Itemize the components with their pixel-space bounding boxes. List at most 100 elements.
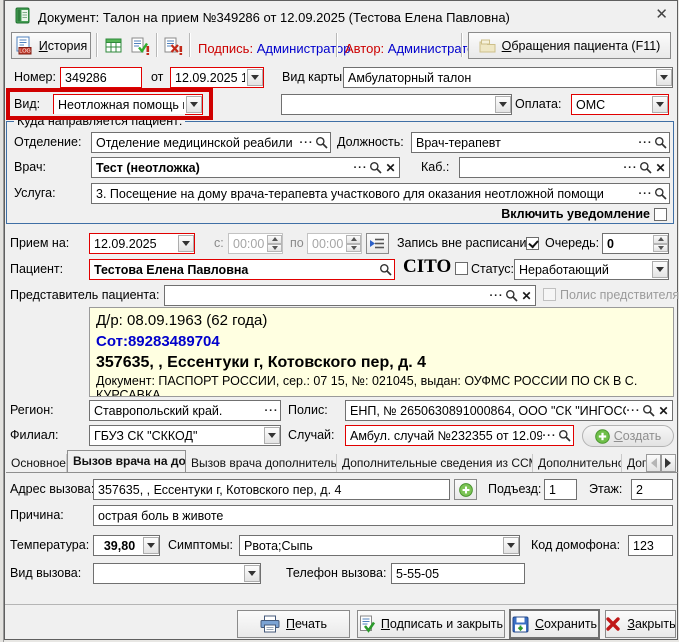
- spin-down-icon[interactable]: [653, 244, 668, 253]
- ellipsis-button[interactable]: ···: [489, 287, 504, 304]
- clear-icon[interactable]: ✕: [656, 402, 671, 419]
- cito-checkbox[interactable]: [455, 262, 468, 275]
- card-type-combo[interactable]: Амбулаторный талон: [343, 67, 673, 88]
- position-field[interactable]: Врач-терапевт ···: [411, 132, 670, 153]
- toolbar-separator: [461, 33, 463, 57]
- ellipsis-button[interactable]: ···: [626, 402, 641, 419]
- sign-check-icon: [359, 615, 375, 633]
- document-check-button[interactable]: [128, 35, 152, 57]
- spin-up-icon[interactable]: [653, 235, 668, 244]
- print-button[interactable]: Печать: [237, 610, 350, 638]
- tab-ssmp-info[interactable]: Дополнительные сведения из ССМП: [337, 454, 533, 472]
- payment-combo[interactable]: ОМС: [571, 94, 669, 115]
- ellipsis-button[interactable]: ···: [542, 427, 557, 444]
- spin-buttons[interactable]: [653, 235, 668, 252]
- representative-field[interactable]: ··· ✕: [164, 285, 536, 306]
- patient-field[interactable]: Тестова Елена Павловна: [89, 259, 395, 280]
- search-icon[interactable]: [638, 159, 653, 176]
- chevron-down-icon[interactable]: [247, 69, 263, 86]
- search-icon[interactable]: [641, 402, 656, 419]
- tab-scroll-left-icon[interactable]: [646, 454, 661, 472]
- close-icon[interactable]: ✕: [655, 6, 668, 24]
- chevron-down-icon[interactable]: [178, 235, 194, 252]
- call-type-combo[interactable]: [93, 563, 261, 584]
- chevron-down-icon[interactable]: [186, 96, 202, 113]
- ellipsis-button[interactable]: ···: [299, 134, 314, 151]
- search-icon[interactable]: [368, 159, 383, 176]
- ellipsis-button[interactable]: ···: [264, 402, 279, 419]
- case-field[interactable]: Амбул. случай №232355 от 12.09.20 ···: [345, 425, 574, 446]
- off-schedule-label: Запись вне расписания: [397, 233, 533, 254]
- department-field[interactable]: Отделение медицинской реабили ···: [91, 132, 331, 153]
- branch-combo[interactable]: ГБУЗ СК "СККОД": [89, 425, 281, 446]
- document-cancel-button[interactable]: [161, 35, 185, 57]
- kind-combo[interactable]: Неотложная помощь на дому: [53, 94, 203, 115]
- chevron-down-icon[interactable]: [503, 537, 519, 554]
- chevron-down-icon[interactable]: [264, 427, 280, 444]
- chevron-down-icon[interactable]: [656, 69, 672, 86]
- call-address-field[interactable]: 357635, , Ессентуки г, Котовского пер, д…: [93, 479, 450, 500]
- patient-appeals-label: Обращения пациента (F11): [502, 39, 661, 53]
- intercom-field[interactable]: 123: [628, 535, 673, 556]
- tab-scroll-right-icon[interactable]: [661, 454, 676, 472]
- reason-field[interactable]: острая боль в животе: [93, 505, 673, 526]
- save-button[interactable]: Сохранить: [509, 609, 600, 639]
- notification-label: Включить уведомление: [501, 204, 650, 225]
- extra-kind-combo[interactable]: [281, 94, 512, 115]
- region-field[interactable]: Ставропольский край. ···: [89, 400, 281, 421]
- visit-date-combo[interactable]: 12.09.2025: [89, 233, 195, 254]
- tab-home-visit-extra[interactable]: Вызов врача дополнительно: [186, 454, 337, 472]
- tab-contract[interactable]: Дог: [622, 454, 646, 472]
- temperature-combo[interactable]: 39,80: [93, 535, 160, 556]
- address-add-button[interactable]: [454, 479, 477, 500]
- search-icon[interactable]: [557, 427, 572, 444]
- tab-main[interactable]: Основное: [6, 454, 67, 472]
- queue-spinner[interactable]: 0: [602, 233, 669, 254]
- chevron-down-icon[interactable]: [244, 565, 260, 582]
- clear-icon[interactable]: ✕: [383, 159, 398, 176]
- document-date-combo[interactable]: 12.09.2025 10:5: [170, 67, 264, 88]
- chevron-down-icon[interactable]: [652, 96, 668, 113]
- search-icon[interactable]: [378, 261, 393, 278]
- clear-icon[interactable]: ✕: [519, 287, 534, 304]
- status-combo[interactable]: Неработающий: [514, 259, 669, 280]
- entrance-field[interactable]: 1: [544, 479, 577, 500]
- symptoms-combo[interactable]: Рвота;Сыпь: [239, 535, 520, 556]
- search-icon[interactable]: [653, 185, 668, 202]
- grid-button[interactable]: [101, 35, 125, 57]
- position-label: Должность:: [337, 132, 404, 153]
- cabinet-field[interactable]: ··· ✕: [459, 157, 670, 178]
- tab-additional[interactable]: Дополнительно: [533, 454, 622, 472]
- sign-and-close-button[interactable]: Подписать и закрыть: [357, 610, 505, 638]
- notification-checkbox[interactable]: [654, 208, 667, 221]
- chevron-down-icon[interactable]: [652, 261, 668, 278]
- ellipsis-button[interactable]: ···: [638, 134, 653, 151]
- ellipsis-button[interactable]: ···: [623, 159, 638, 176]
- search-icon[interactable]: [314, 134, 329, 151]
- doctor-field[interactable]: Тест (неотложка) ··· ✕: [91, 157, 400, 178]
- ellipsis-button[interactable]: ···: [353, 159, 368, 176]
- tab-home-visit[interactable]: Вызов врача на дом: [67, 450, 186, 472]
- service-field[interactable]: 3. Посещение на дому врача-терапевта уча…: [91, 183, 670, 204]
- document-check-icon: [131, 37, 150, 55]
- patient-appeals-button[interactable]: Обращения пациента (F11): [468, 32, 671, 59]
- clear-icon[interactable]: ✕: [653, 159, 668, 176]
- patient-document: Документ: ПАСПОРТ РОССИИ, сер.: 07 15, №…: [96, 374, 667, 397]
- chevron-down-icon[interactable]: [495, 96, 511, 113]
- off-schedule-checkbox[interactable]: [526, 237, 539, 250]
- floor-field[interactable]: 2: [631, 479, 673, 500]
- search-icon[interactable]: [653, 134, 668, 151]
- schedule-button[interactable]: [366, 233, 389, 254]
- search-icon[interactable]: [504, 287, 519, 304]
- ellipsis-button[interactable]: ···: [638, 185, 653, 202]
- intercom-label: Код домофона:: [531, 535, 620, 556]
- close-button[interactable]: Закрыть: [605, 610, 676, 638]
- create-case-button[interactable]: Создать: [582, 425, 674, 447]
- number-input[interactable]: 349286: [60, 67, 142, 88]
- call-phone-field[interactable]: 5-55-05: [391, 563, 525, 584]
- history-button[interactable]: LOG История: [11, 32, 91, 59]
- policy-field[interactable]: ЕНП, № 2650630891000864, ООО "СК "ИНГОСС…: [345, 400, 673, 421]
- patient-phone: Сот:89283489704: [96, 331, 667, 352]
- chevron-down-icon[interactable]: [143, 537, 159, 554]
- call-address-label: Адрес вызова:: [10, 479, 94, 500]
